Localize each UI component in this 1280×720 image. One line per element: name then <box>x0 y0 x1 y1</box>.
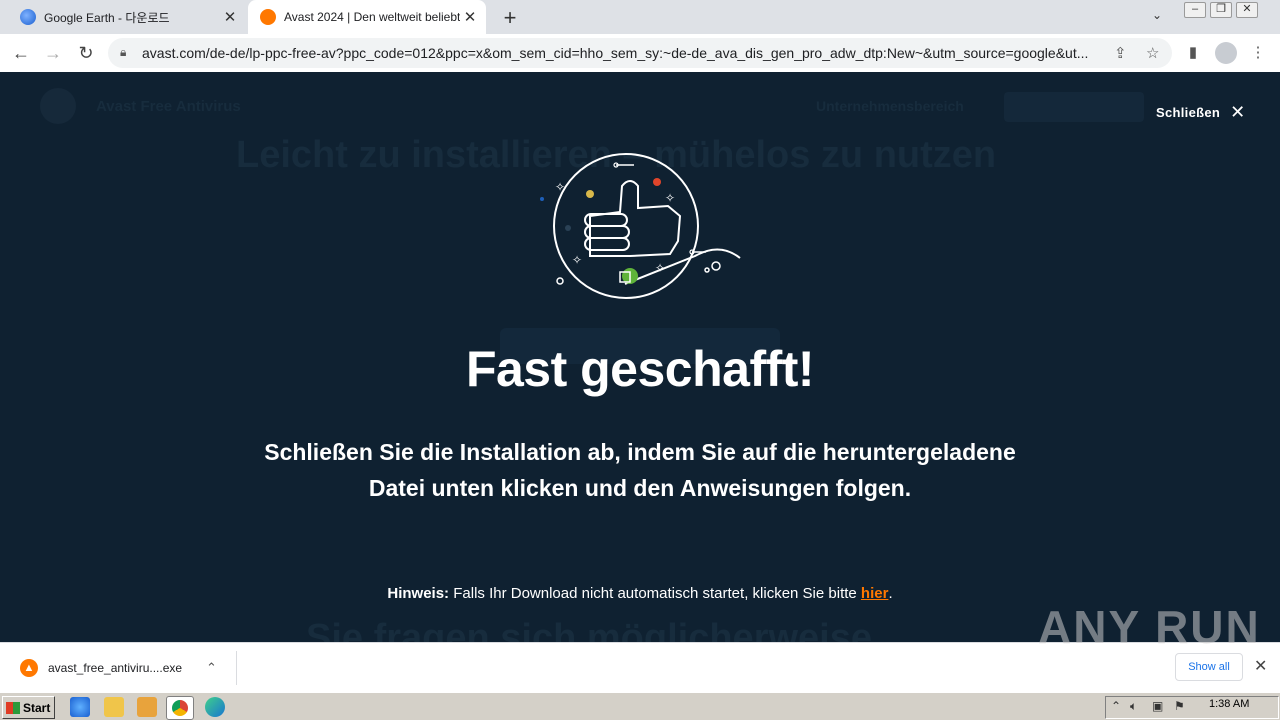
background-nav-link: Unternehmensbereich <box>816 98 964 114</box>
show-all-button[interactable]: Show all <box>1175 653 1243 681</box>
google-earth-favicon-icon <box>20 9 36 25</box>
avast-installer-icon: ▲ <box>20 659 38 677</box>
start-label: Start <box>23 700 51 715</box>
svg-text:✧: ✧ <box>555 180 565 194</box>
retry-download-link[interactable]: hier <box>861 585 889 602</box>
hint-label: Hinweis: <box>387 585 450 602</box>
star-icon[interactable]: ☆ <box>1146 44 1159 62</box>
address-url[interactable]: avast.com/de-de/lp-ppc-free-av?ppc_code=… <box>142 45 1112 61</box>
hint-end: . <box>888 585 893 602</box>
back-arrow-icon[interactable]: ← <box>10 42 32 64</box>
restore-icon[interactable]: ❐ <box>1210 2 1232 18</box>
network-icon[interactable]: ▣ <box>1152 699 1163 713</box>
page-title: Fast geschafft! <box>465 341 815 397</box>
chrome-icon <box>172 700 188 716</box>
action-center-flag-icon[interactable]: ⚑ <box>1174 699 1185 713</box>
profile-icon[interactable] <box>1215 42 1237 64</box>
tab-strip: Google Earth - 다운로드 ✕ Avast 2024 | Den w… <box>0 0 1280 34</box>
chrome-taskbar-button[interactable] <box>166 696 194 720</box>
tab-search-chevron-icon[interactable]: ⌄ <box>1152 8 1162 22</box>
tab-title: Google Earth - 다운로드 <box>44 10 170 25</box>
svg-text:✧: ✧ <box>655 261 665 275</box>
address-bar[interactable]: 🔒︎ avast.com/de-de/lp-ppc-free-av?ppc_co… <box>108 38 1172 68</box>
folder-icon[interactable] <box>104 697 124 717</box>
windows-logo-icon <box>6 701 20 714</box>
media-player-icon[interactable] <box>137 697 157 717</box>
tab-title: Avast 2024 | Den weltweit beliebtesten <box>284 10 460 24</box>
background-brand: Avast Free Antivirus <box>96 98 241 115</box>
volume-icon[interactable]: 🔈︎ <box>1130 699 1137 714</box>
chevron-up-icon[interactable]: ⌃ <box>206 660 217 676</box>
close-tab-icon[interactable]: ✕ <box>460 8 480 26</box>
close-overlay-button[interactable]: Schließen ✕ <box>1156 102 1246 123</box>
avast-logo-icon <box>40 88 76 124</box>
internet-explorer-icon[interactable] <box>70 697 90 717</box>
close-tab-icon[interactable]: ✕ <box>220 8 240 26</box>
kebab-menu-icon[interactable]: ⋮ <box>1248 43 1268 61</box>
download-item[interactable]: ▲ avast_free_antiviru....exe ⌃ <box>8 651 237 685</box>
avast-page-overlay: Avast Free Antivirus Unternehmensbereich… <box>0 72 1280 642</box>
new-tab-button[interactable]: + <box>498 5 522 31</box>
clock[interactable]: 1:38 AM <box>1209 698 1249 710</box>
edge-icon[interactable] <box>205 697 225 717</box>
background-bottom-heading: Sie fragen sich möglicherweise <box>306 617 872 642</box>
tab-google-earth[interactable]: Google Earth - 다운로드 ✕ <box>8 0 246 34</box>
share-icon[interactable]: ⇪ <box>1114 44 1127 62</box>
download-filename[interactable]: avast_free_antiviru....exe <box>48 661 198 675</box>
system-tray: ⌃ 🔈︎ ▣ ⚑ <box>1105 696 1279 719</box>
minimize-icon[interactable]: – <box>1184 2 1206 18</box>
reload-icon[interactable]: ↻ <box>75 42 97 64</box>
background-download-button <box>1004 92 1144 122</box>
start-button[interactable]: Start <box>2 696 55 719</box>
browser-toolbar: ← → ↻ 🔒︎ avast.com/de-de/lp-ppc-free-av?… <box>0 34 1280 73</box>
tab-avast[interactable]: Avast 2024 | Den weltweit beliebtesten ✕ <box>248 0 486 34</box>
thumbs-up-illustration: ✧ ✧ ✧ ✧ <box>540 153 741 299</box>
chevron-up-icon[interactable]: ⌃ <box>1111 699 1121 713</box>
avast-favicon-icon <box>260 9 276 25</box>
close-label: Schließen <box>1156 105 1221 120</box>
hint-text: Falls Ihr Download nicht automatisch sta… <box>449 585 861 602</box>
svg-text:✧: ✧ <box>572 253 582 267</box>
lock-icon[interactable]: 🔒︎ <box>120 45 126 60</box>
forward-arrow-icon[interactable]: → <box>42 42 64 64</box>
side-panel-icon[interactable]: ▮ <box>1183 43 1203 61</box>
close-window-icon[interactable]: ✕ <box>1236 2 1258 18</box>
instruction-text: Schließen Sie die Installation ab, indem… <box>264 439 1016 501</box>
windows-taskbar: Start ⌃ 🔈︎ ▣ ⚑ 1:38 AM <box>0 692 1280 720</box>
close-download-bar-icon[interactable]: ✕ <box>1254 656 1267 676</box>
close-icon: ✕ <box>1230 102 1246 122</box>
anyrun-watermark: ANY RUN <box>1038 601 1261 653</box>
svg-text:✧: ✧ <box>665 191 675 205</box>
